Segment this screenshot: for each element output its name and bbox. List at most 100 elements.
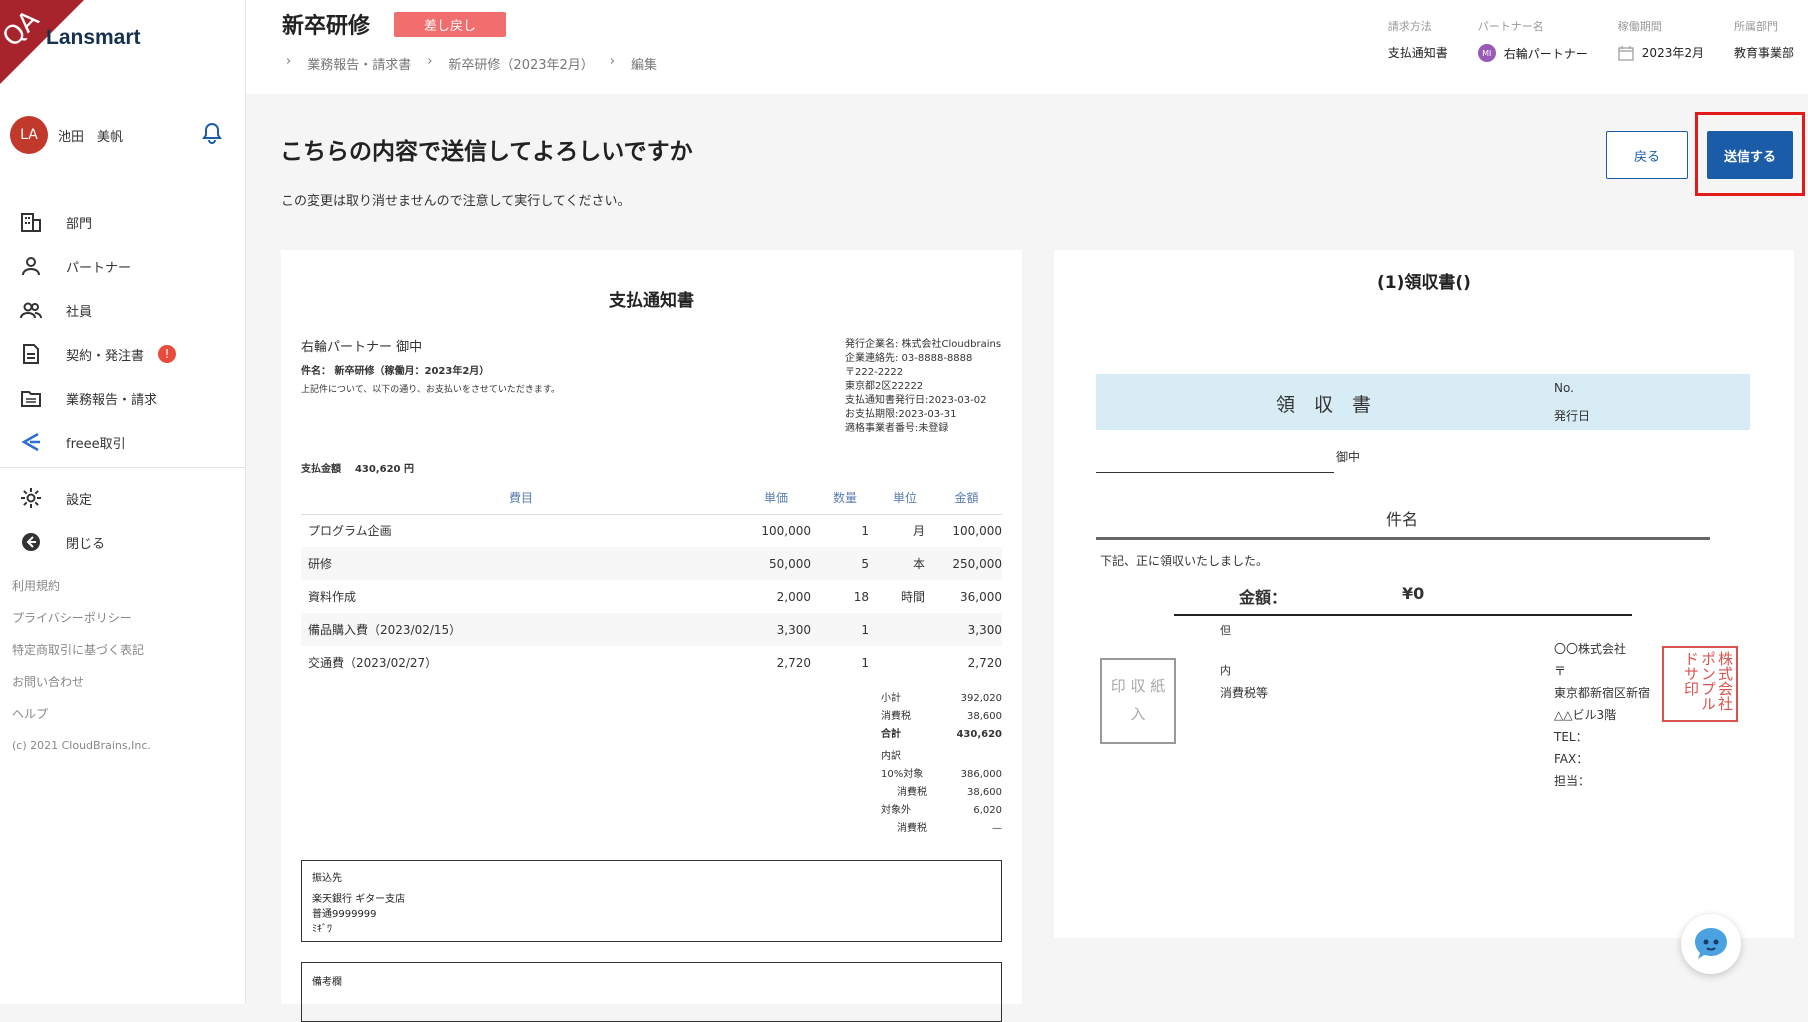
user-name: 池田 美帆 (58, 129, 124, 145)
send-button[interactable]: 送信する (1707, 131, 1793, 179)
bank-info-box: 振込先 楽天銀行 ギター支店 普通9999999 ﾐｷﾞﾜ (301, 860, 1002, 942)
breadcrumb-item-edit: 編集 (630, 58, 657, 73)
user-profile[interactable]: LA 池田 美帆 (10, 116, 123, 154)
confirm-description: この変更は取り消せませんので注意して実行してください。 (281, 194, 631, 209)
sidebar-item-report[interactable]: 業務報告・請求 (20, 376, 230, 420)
breadcrumb-item-training[interactable]: 新卒研修（2023年2月） (448, 54, 593, 73)
receipt-band (1096, 374, 1750, 430)
table-row: 備品購入費（2023/02/15） 3,300 1 3,300 (301, 613, 1002, 646)
header-meta: 請求方法 支払通知書 パートナー名 MI 右輪パートナー 稼働期間 2023年2月… (1388, 18, 1794, 62)
footer-link-privacy[interactable]: プライバシーポリシー (12, 608, 151, 640)
copyright: (c) 2021 CloudBrains,Inc. (12, 739, 151, 752)
sidebar-item-employee[interactable]: 社員 (20, 288, 230, 332)
avatar: LA (10, 116, 48, 154)
breadcrumb-sep: › (427, 54, 433, 69)
meta-department: 所属部門 教育事業部 (1733, 20, 1794, 60)
amount-line (1174, 614, 1632, 616)
table-row: 資料作成 2,000 18 時間 36,000 (308, 589, 1002, 605)
recipient-line (1096, 472, 1334, 473)
sidebar-item-contract[interactable]: 契約・発注書 ! (20, 332, 230, 376)
receipt-title: (1)領収書() (1377, 273, 1471, 293)
receipt-date: 発行日 (1554, 409, 1591, 423)
sidebar-item-label: 業務報告・請求 (66, 392, 158, 408)
sidebar-divider (0, 467, 246, 468)
receipt-document: (1)領収書() 領 収 書 No. 発行日 御中 件名 下記、正に領収いたしま… (1054, 250, 1794, 938)
folder-icon (21, 391, 41, 407)
table-header: 費目 単価 数量 単位 金額 (301, 482, 1002, 515)
page-title: 新卒研修 (282, 14, 371, 39)
sidebar-item-partner[interactable]: パートナー (20, 244, 230, 288)
sidebar-item-label: freee取引 (66, 436, 126, 452)
doc-title: 支払通知書 (609, 291, 694, 311)
receipt-no: No. (1554, 381, 1574, 395)
footer-link-help[interactable]: ヘルプ (12, 704, 151, 736)
doc-summary: 小計 392,020 消費税 38,600 合計 430,620 内訳 10%対象 38… (881, 693, 1002, 834)
receipt-heading: 領 収 書 (1276, 394, 1372, 416)
arrow-left-circle-icon (22, 533, 40, 551)
payment-notice-document: 支払通知書 右輪パートナー 御中 件名： 新卒研修（稼働月：2023年2月） 上… (281, 250, 1022, 1022)
doc-intro: 上記件について、以下の通り、お支払いをさせていただきます。 (301, 385, 561, 395)
receipt-amount: ¥0 (1402, 584, 1425, 603)
sidebar-item-close[interactable]: 閉じる (20, 520, 230, 564)
breadcrumb-item-report[interactable]: 業務報告・請求書 (307, 54, 411, 73)
sidebar-item-label: 部門 (66, 216, 93, 232)
sidebar-item-freee[interactable]: freee取引 (20, 420, 230, 464)
chat-bot-icon (1695, 928, 1727, 959)
breadcrumb: › 業務報告・請求書 › 新卒研修（2023年2月） › 編集 (286, 54, 673, 73)
sidebar-item-label: パートナー (66, 260, 132, 276)
table-row: 研修 50,000 5 本 250,000 (301, 547, 1002, 580)
receipt-onchu: 御中 (1336, 450, 1361, 464)
status-badge: 差し戻し (394, 12, 507, 37)
doc-subject: 件名： 新卒研修（稼働月：2023年2月） (301, 366, 490, 377)
receipt-tax: 消費税等 (1220, 686, 1269, 700)
revenue-stamp-box: 印 収 紙 入 (1100, 658, 1176, 744)
items-table: 費目 単価 数量 単位 金額 プログラム企画 100,000 1 月 100,000 研… (301, 482, 1002, 679)
receipt-tadashi: 但 (1220, 624, 1231, 637)
subject-line (1096, 537, 1710, 540)
meta-period: 稼働期間 2023年2月 (1617, 20, 1704, 61)
chat-button[interactable] (1681, 914, 1741, 974)
sidebar-nav: 部門 パートナー 社員 契約・発注書 ! 業務報告・請求 freee取引 (20, 200, 230, 464)
remarks-box: 備考欄 (301, 962, 1002, 1022)
calendar-icon (1618, 45, 1634, 61)
receipt-received: 下記、正に領収いたしました。 (1100, 554, 1269, 568)
sidebar-item-label: 社員 (66, 304, 93, 320)
people-icon (20, 302, 42, 319)
sidebar-nav-secondary: 設定 閉じる (20, 476, 230, 564)
sidebar-item-label: 契約・発注書 (66, 348, 145, 364)
footer-links: 利用規約 プライバシーポリシー 特定商取引に基づく表記 お問い合わせ ヘルプ (… (12, 576, 151, 768)
confirm-title: こちらの内容で送信してよろしいですか (280, 139, 693, 165)
sidebar: QA Lansmart LA 池田 美帆 部門 パートナー 社員 契約・発注書 … (0, 0, 246, 1004)
table-row: プログラム企画 100,000 1 月 100,000 (308, 523, 1002, 539)
doc-recipient: 右輪パートナー 御中 (301, 340, 423, 355)
footer-link-terms[interactable]: 利用規約 (12, 576, 151, 608)
company-seal: 株式会社ポンプルドサ印 (1662, 646, 1738, 722)
freee-icon (21, 432, 40, 452)
gear-icon (21, 488, 41, 508)
logo[interactable]: Lansmart (46, 26, 141, 50)
breadcrumb-sep: › (609, 54, 615, 69)
sidebar-item-department[interactable]: 部門 (20, 200, 230, 244)
receipt-amount-label: 金額： (1239, 588, 1288, 607)
receipt-uchi: 内 (1220, 664, 1231, 677)
receipt-subject: 件名 (1386, 510, 1419, 529)
meta-partner: パートナー名 MI 右輪パートナー (1477, 20, 1588, 62)
building-icon (21, 213, 41, 232)
doc-issuer: 発行企業名: 株式会社Cloudbrains 企業連絡先: 03-8888-88… (845, 339, 1002, 434)
sidebar-item-label: 設定 (66, 492, 93, 508)
breadcrumb-sep: › (286, 54, 292, 69)
footer-link-contact[interactable]: お問い合わせ (12, 672, 151, 704)
back-button[interactable]: 戻る (1606, 131, 1688, 179)
person-icon (22, 257, 40, 276)
page-header: 新卒研修 差し戻し › 業務報告・請求書 › 新卒研修（2023年2月） › 編… (246, 0, 1808, 94)
document-icon (23, 344, 39, 364)
table-row: 交通費（2023/02/27） 2,720 1 2,720 (308, 655, 1002, 671)
sidebar-item-label: 閉じる (66, 536, 106, 552)
bell-icon[interactable] (202, 122, 222, 144)
footer-link-tokusho[interactable]: 特定商取引に基づく表記 (12, 640, 151, 672)
receipt-company: 〇〇株式会社 〒 東京都新宿区新宿 △△ビル3階 TEL： FAX： 担当： (1554, 642, 1651, 788)
sidebar-item-settings[interactable]: 設定 (20, 476, 230, 520)
meta-billing-method: 請求方法 支払通知書 (1387, 20, 1448, 60)
partner-avatar: MI (1477, 44, 1496, 62)
doc-amount: 支払金額 430,620 円 (301, 464, 414, 475)
